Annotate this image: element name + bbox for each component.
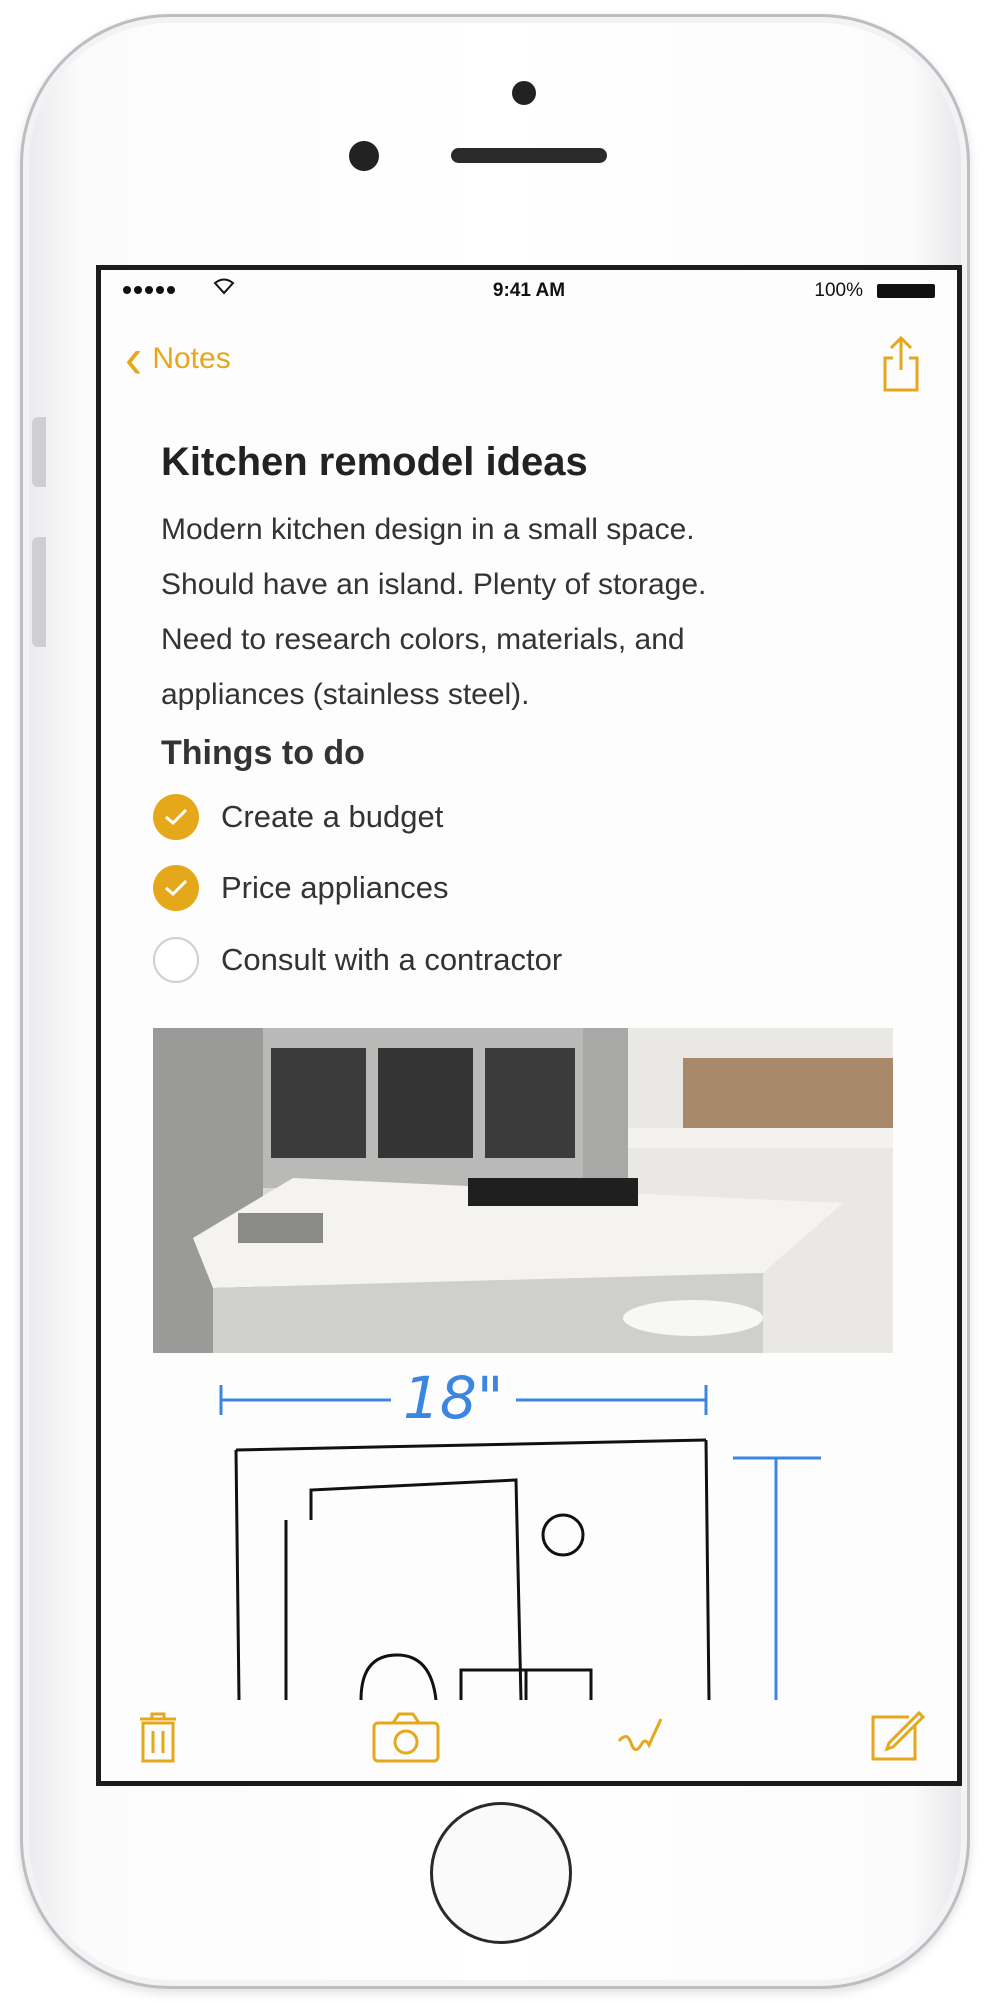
bottom-toolbar (101, 1686, 957, 1781)
section-heading: Things to do (161, 734, 365, 772)
note-body-line: Modern kitchen design in a small space. (161, 513, 695, 546)
earpiece-speaker (451, 148, 607, 163)
checkbox-checked[interactable] (153, 794, 199, 840)
delete-button[interactable] (139, 1711, 177, 1763)
back-chevron-icon: ‹ (125, 327, 143, 391)
status-bar: 9:41 AM 100% (101, 270, 957, 312)
proximity-sensor (349, 141, 379, 171)
drawing-sketch[interactable]: 18" (161, 1364, 921, 1701)
battery-percentage: 100% (814, 280, 863, 301)
battery-icon (877, 284, 935, 298)
note-body-line: Need to research colors, materials, and (161, 623, 685, 656)
checklist-label: Price appliances (221, 870, 449, 905)
camera-button[interactable] (371, 1711, 441, 1763)
checklist-label: Create a budget (221, 799, 444, 834)
front-camera (512, 81, 536, 105)
note-body[interactable]: Modern kitchen design in a small space. … (161, 502, 706, 722)
back-label: Notes (152, 342, 231, 375)
note-title[interactable]: Kitchen remodel ideas (161, 440, 588, 485)
kitchen-photo[interactable] (153, 1028, 893, 1353)
checklist-item[interactable]: Consult with a contractor (153, 937, 562, 983)
trash-icon (140, 1712, 176, 1763)
home-button[interactable] (430, 1802, 572, 1944)
checkbox-checked[interactable] (153, 865, 199, 911)
compose-icon (871, 1710, 926, 1761)
note-body-line: Should have an island. Plenty of storage… (161, 568, 707, 601)
compose-button[interactable] (869, 1707, 926, 1763)
share-button[interactable] (877, 334, 925, 394)
camera-icon (372, 1712, 440, 1763)
back-button[interactable]: ‹ Notes (125, 327, 231, 391)
checklist-label: Consult with a contractor (221, 942, 563, 977)
checkbox-unchecked[interactable] (153, 937, 199, 983)
volume-down-button (32, 537, 46, 647)
checklist-item[interactable]: Price appliances (153, 865, 448, 911)
notes-screen: 9:41 AM 100% ‹ Notes Kitchen remodel ide… (96, 265, 962, 1786)
checklist-item[interactable]: Create a budget (153, 794, 443, 840)
share-icon (883, 335, 919, 392)
volume-up-button (32, 417, 46, 487)
sketch-button[interactable] (613, 1711, 665, 1763)
sketch-dimension: 18" (403, 1370, 503, 1432)
note-body-line: appliances (stainless steel). (161, 678, 530, 711)
iphone-frame: 9:41 AM 100% ‹ Notes Kitchen remodel ide… (20, 14, 970, 1989)
sketch-icon (617, 1718, 663, 1751)
